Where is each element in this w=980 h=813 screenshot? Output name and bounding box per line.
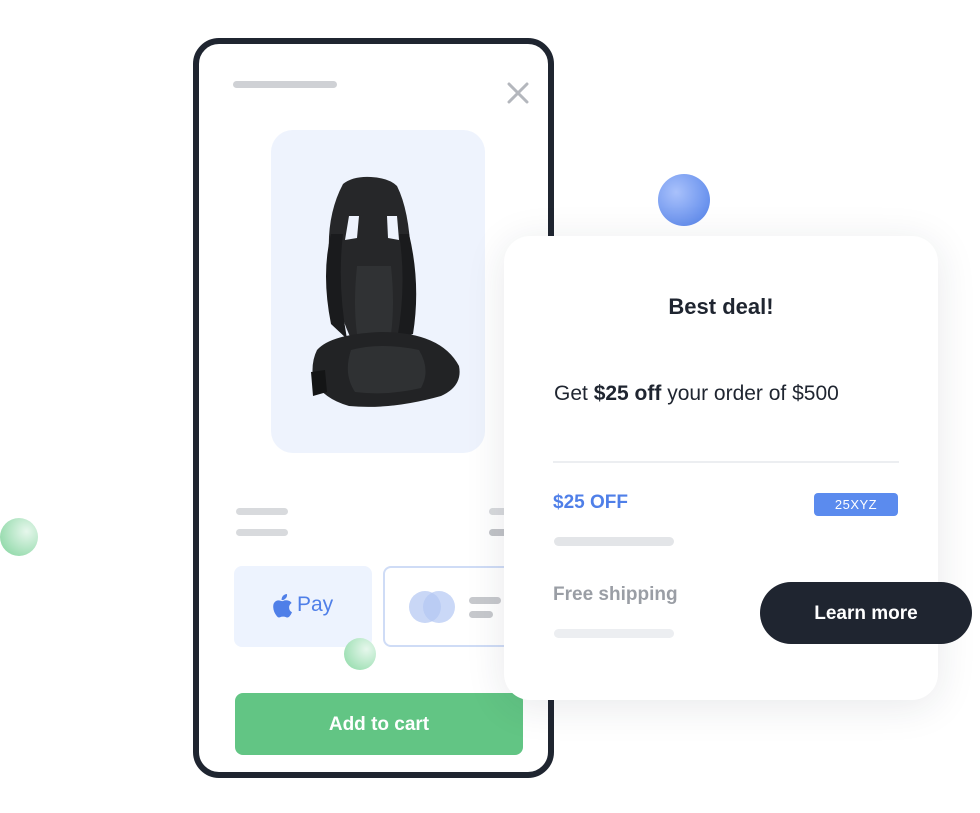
card-icon-overlap <box>423 591 455 623</box>
deal-title: Best deal! <box>668 294 774 319</box>
card-label-placeholder <box>469 597 501 604</box>
card-payment-option[interactable] <box>383 566 523 647</box>
discount-desc-placeholder <box>554 537 674 546</box>
deal-offer-amount: $25 off <box>593 382 662 405</box>
coupon-code-badge[interactable]: 25XYZ <box>814 493 898 516</box>
decorative-blue-dot <box>658 174 710 226</box>
learn-more-button[interactable]: Learn more <box>760 582 972 644</box>
shipping-desc-placeholder <box>554 629 674 638</box>
modal-title-placeholder <box>233 81 337 88</box>
apple-pay-label: Pay <box>297 593 334 616</box>
divider <box>553 461 899 463</box>
deal-offer-text: Get $25 off your order of $500 <box>554 382 839 405</box>
card-number-placeholder <box>469 611 493 618</box>
apple-pay-option[interactable]: Pay <box>234 566 372 647</box>
add-to-cart-button[interactable]: Add to cart <box>235 693 523 755</box>
decorative-green-dot-small <box>344 638 376 670</box>
product-image-card <box>271 130 485 453</box>
shipping-label: Free shipping <box>553 584 678 605</box>
apple-icon <box>273 594 292 618</box>
discount-label: $25 OFF <box>553 492 628 513</box>
decorative-green-dot <box>0 518 38 556</box>
racing-seat-image <box>311 176 460 407</box>
close-icon[interactable] <box>504 79 532 107</box>
product-name-placeholder <box>236 508 288 515</box>
product-detail-placeholder <box>236 529 288 536</box>
product-modal: Pay Add to cart <box>193 38 554 778</box>
